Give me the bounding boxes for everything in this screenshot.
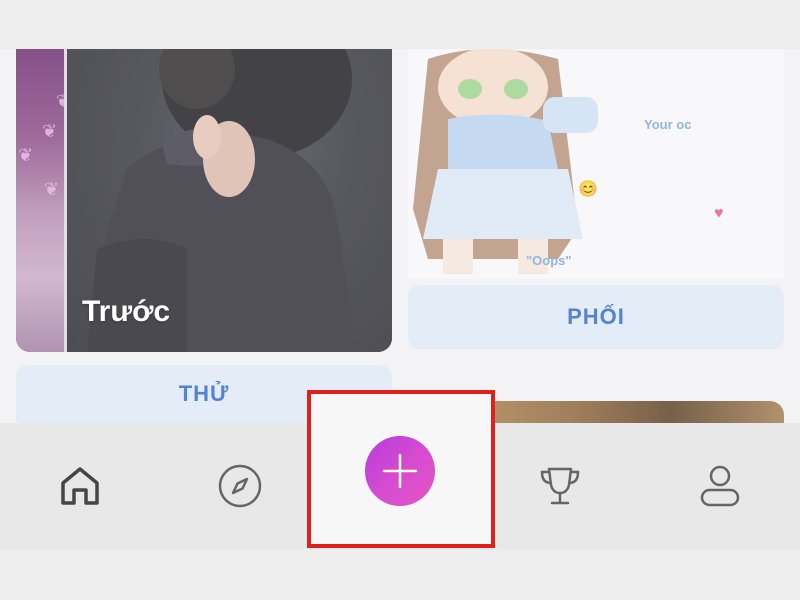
butterfly-sticker: ❦ (44, 179, 60, 199)
gacha-character-sticker (413, 49, 598, 274)
nav-home[interactable] (0, 423, 160, 549)
user-icon (700, 465, 740, 507)
butterfly-sticker: ❦ (42, 121, 58, 141)
screenshot-bottom-margin (0, 549, 800, 600)
card-caption: Trước (82, 295, 171, 328)
butterfly-sticker: ❦ (18, 145, 34, 165)
heart-icon: ♥ (714, 205, 724, 222)
nav-explore[interactable] (160, 423, 320, 549)
create-post-button[interactable] (365, 436, 435, 506)
highlight-box (307, 390, 495, 548)
sticker-text: "Oops" (526, 253, 572, 268)
plus-icon (382, 453, 418, 489)
screenshot-top-margin (0, 0, 800, 49)
sticker-text: Your oc (644, 117, 692, 132)
feed-card-before[interactable]: ❦ ❦ ❦ ❦ Trước (16, 49, 392, 352)
compass-icon (218, 464, 262, 508)
nav-create[interactable] (365, 436, 435, 506)
home-icon (61, 467, 99, 505)
trophy-icon (540, 467, 580, 505)
mix-outfit-button[interactable]: PHỐI (408, 285, 784, 349)
feed-card-outfit[interactable]: Your oc "Oops" 😊 ♥ (408, 49, 784, 279)
nav-profile[interactable] (640, 423, 800, 549)
smile-emoji-icon: 😊 (578, 181, 598, 198)
nav-leaderboard[interactable] (480, 423, 640, 549)
